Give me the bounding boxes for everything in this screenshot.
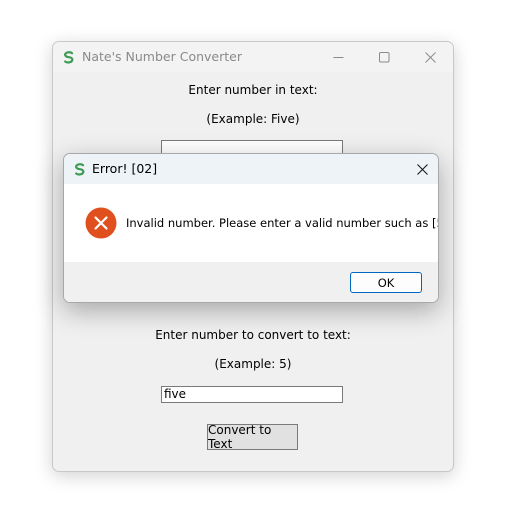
text-to-number-prompt: Enter number in text: <box>188 83 318 97</box>
maximize-button[interactable] <box>361 42 407 72</box>
error-message: Invalid number. Please enter a valid num… <box>126 216 439 230</box>
close-icon <box>416 163 428 175</box>
app-icon <box>73 162 87 176</box>
number-to-text-example: (Example: 5) <box>214 357 292 371</box>
main-window-title: Nate's Number Converter <box>82 49 242 64</box>
convert-to-text-button[interactable]: Convert to Text <box>207 423 298 451</box>
error-dialog: Error! [02] Invalid number. Please enter… <box>63 153 439 303</box>
dialog-title: Error! [02] <box>92 161 158 176</box>
close-icon <box>424 51 436 63</box>
number-to-text-prompt: Enter number to convert to text: <box>155 328 351 342</box>
text-to-number-example: (Example: Five) <box>206 112 300 126</box>
error-icon <box>85 207 117 239</box>
dialog-body: Invalid number. Please enter a valid num… <box>64 184 438 262</box>
maximize-icon <box>378 51 389 62</box>
main-titlebar[interactable]: Nate's Number Converter <box>53 42 453 72</box>
app-icon <box>62 50 76 64</box>
dialog-footer: OK <box>64 262 438 302</box>
close-button[interactable] <box>407 42 453 72</box>
dialog-close-button[interactable] <box>406 154 438 184</box>
dialog-titlebar[interactable]: Error! [02] <box>64 154 438 184</box>
minimize-button[interactable] <box>315 42 361 72</box>
minimize-icon <box>333 56 343 58</box>
ok-button[interactable]: OK <box>350 272 422 293</box>
number-to-text-input[interactable]: five <box>161 386 343 403</box>
